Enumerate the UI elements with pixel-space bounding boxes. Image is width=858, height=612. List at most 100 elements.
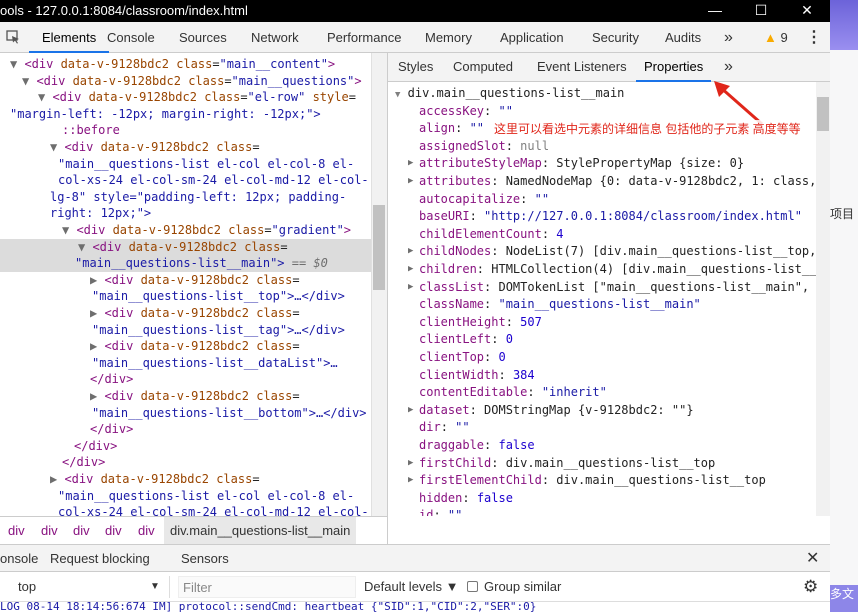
dom-node-line[interactable]: ▶ <div data-v-9128bdc2 class= <box>0 471 371 488</box>
tab-audits[interactable]: Audits <box>665 22 701 53</box>
dom-node-line[interactable]: </div> <box>0 371 371 388</box>
warnings-count: 9 <box>780 30 788 45</box>
page-text: 项目 <box>830 207 855 221</box>
dom-node-line[interactable]: "margin-left: -12px; margin-right: -12px… <box>0 106 371 123</box>
property-row[interactable]: dir: "" <box>419 419 470 436</box>
dom-node-line[interactable]: </div> <box>0 438 371 455</box>
property-row[interactable]: contentEditable: "inherit" <box>419 384 607 401</box>
property-row[interactable]: className: "main__questions-list__main" <box>419 296 701 313</box>
close-window-button[interactable]: ✕ <box>784 0 830 22</box>
log-levels-dropdown[interactable]: Default levels ▼ <box>364 576 459 598</box>
properties-scrollbar-track[interactable] <box>816 82 830 516</box>
dom-node-line[interactable]: ▼ <div data-v-9128bdc2 class= <box>0 139 371 156</box>
property-row[interactable]: draggable: false <box>419 437 535 454</box>
dom-scrollbar-thumb[interactable] <box>373 205 385 290</box>
property-row[interactable]: id: "" <box>419 507 462 516</box>
dom-node-line[interactable]: "main__questions-list__tag">…</div> <box>0 322 371 339</box>
breadcrumb-item[interactable]: div <box>138 517 155 545</box>
dom-node-line[interactable]: ▶ <div data-v-9128bdc2 class= <box>0 388 371 405</box>
group-similar-toggle[interactable]: Group similar <box>467 576 561 598</box>
tab-sources[interactable]: Sources <box>179 22 227 53</box>
context-selector[interactable]: top ▼ <box>0 576 170 598</box>
customize-menu-button[interactable]: ⋮ <box>806 22 822 53</box>
tab-performance[interactable]: Performance <box>327 22 401 53</box>
dom-node-line[interactable]: "main__questions-list__main"> == $0 <box>0 255 371 273</box>
maximize-button[interactable]: ☐ <box>738 0 784 22</box>
property-row[interactable]: baseURI: "http://127.0.0.1:8084/classroo… <box>419 208 802 225</box>
tab-console[interactable]: Console <box>107 22 155 53</box>
drawer-tab-console[interactable]: onsole <box>0 545 43 574</box>
dom-node-line[interactable]: ▶ <div data-v-9128bdc2 class= <box>0 305 371 322</box>
dom-node-line[interactable]: right: 12px;"> <box>0 205 371 222</box>
property-row[interactable]: clientHeight: 507 <box>419 314 542 331</box>
dom-node-line[interactable]: col-xs-24 el-col-sm-24 el-col-md-12 el-c… <box>0 504 371 516</box>
tab-event-listeners[interactable]: Event Listeners <box>537 53 627 82</box>
dom-node-line[interactable]: </div> <box>0 454 371 471</box>
tab-memory[interactable]: Memory <box>425 22 472 53</box>
properties-header[interactable]: ▼ div.main__questions-list__main <box>395 85 624 102</box>
tab-computed[interactable]: Computed <box>453 53 513 82</box>
property-row[interactable]: hidden: false <box>419 490 513 507</box>
dom-node-line[interactable]: "main__questions-list el-col el-col-8 el… <box>0 488 371 505</box>
property-row[interactable]: ▶ firstChild: div.main__questions-list__t… <box>408 455 715 472</box>
dom-node-line[interactable]: col-xs-24 el-col-sm-24 el-col-md-12 el-c… <box>0 172 371 189</box>
property-row[interactable]: ▶ childNodes: NodeList(7) [div.main__ques… <box>408 243 816 260</box>
console-filter-input[interactable] <box>178 576 356 598</box>
group-similar-label: Group similar <box>484 579 562 594</box>
window-title-bar: ools - 127.0.0.1:8084/classroom/index.ht… <box>0 0 830 22</box>
close-drawer-icon[interactable]: ✕ <box>806 545 819 572</box>
property-row[interactable]: accessKey: "" <box>419 103 513 120</box>
breadcrumb-item[interactable]: div <box>105 517 122 545</box>
inspect-icon[interactable] <box>6 30 20 44</box>
drawer-tab-sensors[interactable]: Sensors <box>181 545 229 572</box>
breadcrumb-item-current[interactable]: div.main__questions-list__main <box>164 517 357 545</box>
console-log-line: LOG 08-14 18:14:56:674 IM] protocol::sen… <box>0 602 537 612</box>
dom-node-line[interactable]: </div> <box>0 421 371 438</box>
dom-node-line[interactable]: "main__questions-list__bottom">…</div> <box>0 405 371 422</box>
property-row[interactable]: ▶ attributeStyleMap: StylePropertyMap {si… <box>408 155 744 172</box>
property-row[interactable]: ▶ children: HTMLCollection(4) [div.main__… <box>408 261 816 278</box>
property-row[interactable]: ▶ firstElementChild: div.main__questions-… <box>408 472 766 489</box>
dom-node-line[interactable]: ▼ <div data-v-9128bdc2 class="gradient"> <box>0 222 371 239</box>
property-row[interactable]: clientLeft: 0 <box>419 331 513 348</box>
properties-pane[interactable]: ▼ div.main__questions-list__main accessK… <box>388 82 816 516</box>
dom-node-line[interactable]: ▼ <div data-v-9128bdc2 class= <box>0 238 371 256</box>
property-row[interactable]: ▶ dataset: DOMStringMap {v-9128bdc2: ""} <box>408 402 694 419</box>
property-row[interactable]: clientWidth: 384 <box>419 367 535 384</box>
property-row[interactable]: assignedSlot: null <box>419 138 549 155</box>
dom-node-line[interactable]: ▶ <div data-v-9128bdc2 class= <box>0 338 371 355</box>
property-row[interactable]: childElementCount: 4 <box>419 226 564 243</box>
breadcrumb-item[interactable]: div <box>41 517 58 545</box>
tab-network[interactable]: Network <box>251 22 299 53</box>
dom-node-line[interactable]: ▶ <div data-v-9128bdc2 class= <box>0 272 371 289</box>
property-row[interactable]: ▶ classList: DOMTokenList ["main__questio… <box>408 279 809 296</box>
property-row[interactable]: autocapitalize: "" <box>419 191 549 208</box>
more-tabs-button[interactable]: » <box>724 22 733 53</box>
dom-node-line[interactable]: "main__questions-list__dataList">… <box>0 355 371 372</box>
breadcrumb-item[interactable]: div <box>73 517 90 545</box>
dom-node-line[interactable]: ▼ <div data-v-9128bdc2 class="main__cont… <box>0 56 371 73</box>
tab-security[interactable]: Security <box>592 22 639 53</box>
tab-application[interactable]: Application <box>500 22 564 53</box>
tab-elements[interactable]: Elements <box>29 22 110 53</box>
property-row[interactable]: align: "" <box>419 120 484 137</box>
property-row[interactable]: clientTop: 0 <box>419 349 506 366</box>
breadcrumb-item[interactable]: div <box>8 517 25 545</box>
dom-node-line[interactable]: ▼ <div data-v-9128bdc2 class="main__ques… <box>0 73 371 90</box>
warnings-counter[interactable]: ▲ 9 <box>764 22 788 53</box>
dom-node-line[interactable]: lg-8" style="padding-left: 12px; padding… <box>0 189 371 206</box>
properties-scrollbar-thumb[interactable] <box>817 97 829 131</box>
tab-properties[interactable]: Properties <box>636 53 712 82</box>
dom-tree[interactable]: ▼ <div data-v-9128bdc2 class="main__cont… <box>0 53 371 516</box>
tab-styles[interactable]: Styles <box>398 53 433 82</box>
drawer-tab-request-blocking[interactable]: Request blocking <box>50 545 150 572</box>
group-similar-checkbox[interactable] <box>467 581 478 592</box>
gear-icon[interactable]: ⚙ <box>803 576 818 598</box>
property-row[interactable]: ▶ attributes: NamedNodeMap {0: data-v-912… <box>408 173 816 190</box>
dom-node-line[interactable]: ▼ <div data-v-9128bdc2 class="el-row" st… <box>0 89 371 106</box>
dom-node-line[interactable]: "main__questions-list el-col el-col-8 el… <box>0 156 371 173</box>
annotation-note: 这里可以看选中元素的详细信息 包括他的子元素 高度等等 <box>494 120 801 137</box>
dom-node-line[interactable]: "main__questions-list__top">…</div> <box>0 288 371 305</box>
minimize-button[interactable]: — <box>692 0 738 22</box>
dom-node-line[interactable]: ::before <box>0 122 371 139</box>
